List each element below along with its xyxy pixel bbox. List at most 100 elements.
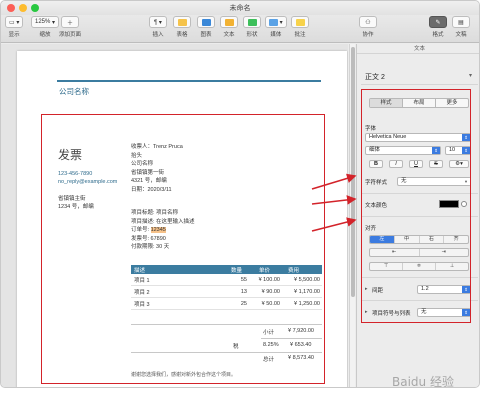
- text-label: 文本: [223, 32, 235, 38]
- items-table[interactable]: 描述 数量 单价 费用 项目 1 55 ¥ 100.00 ¥ 5,500.00 …: [131, 265, 322, 310]
- address-block[interactable]: 省镇镇主街 1234 号，邮编: [58, 195, 94, 211]
- insert-button[interactable]: ¶ ▾ 插入: [149, 16, 167, 38]
- order-number: 订单号: 12345: [131, 227, 166, 234]
- media-label: 媒体: [270, 32, 282, 38]
- text-button[interactable]: 文本: [220, 16, 238, 38]
- cell-description: 项目 2: [134, 289, 150, 296]
- project-block[interactable]: 项目标题: 项目名称 项目描述: 在这里输入描述 订单号: 12345 发票号:…: [131, 209, 195, 252]
- title-bar: 未命名: [1, 1, 479, 15]
- table-divider: [131, 324, 322, 325]
- recipient-line: 日期：2020/3/11: [131, 186, 172, 193]
- shape-icon: [243, 16, 261, 28]
- payment-due: 付款期限: 30 天: [131, 244, 170, 251]
- address-line-2: 1234 号，邮编: [58, 204, 94, 210]
- add-page-label: 添加页面: [59, 32, 82, 38]
- format-label: 格式: [432, 32, 444, 38]
- cell-quantity: 25: [240, 300, 247, 307]
- invoice-title[interactable]: 发票: [58, 146, 82, 163]
- inspector-divider: [361, 84, 478, 85]
- collaborate-icon: ⚇: [359, 16, 377, 28]
- text-icon: [220, 16, 238, 28]
- collaborate-button[interactable]: ⚇ 协作: [359, 16, 377, 38]
- table-icon: [173, 16, 191, 28]
- cell-unit-price: ¥ 100.00: [258, 276, 280, 283]
- cell-quantity: 13: [240, 288, 247, 295]
- annotation-box-inspector: [361, 89, 471, 323]
- zoom-label: 缩放: [39, 32, 51, 38]
- address-line-1: 省镇镇主街: [58, 196, 86, 202]
- tax-label: 税: [233, 344, 239, 350]
- chart-label: 图表: [200, 32, 212, 38]
- subtotal-value: ¥ 7,920.00: [288, 328, 314, 334]
- company-name[interactable]: 公司名称: [59, 86, 89, 97]
- add-page-button[interactable]: ＋ 添加页面: [59, 16, 81, 38]
- paragraph-icon: ¶ ▾: [149, 16, 167, 28]
- recipient-line: 收票人：Trenz Pruca: [131, 144, 183, 150]
- total-value: ¥ 8,573.40: [288, 355, 314, 361]
- table-button[interactable]: 表格: [173, 16, 191, 38]
- arrow-to-text-color: [311, 195, 357, 205]
- pages-window: 未命名 ▭ ▾ 显示 125% ▾ 缩放 ＋ 添加页面 ¶ ▾ 插入 表格 图表: [0, 0, 480, 388]
- project-description: 项目描述: 在这里输入描述: [131, 218, 195, 225]
- zoom-button[interactable]: 125% ▾ 缩放: [31, 16, 60, 38]
- view-label: 显示: [8, 32, 20, 38]
- header-description: 描述: [134, 267, 146, 274]
- chart-icon: [197, 16, 215, 28]
- contact-block[interactable]: 123-456-7890 no_reply@example.com: [58, 170, 117, 186]
- phone-text: 123-456-7890: [58, 171, 93, 177]
- annotation-arrows: [311, 173, 357, 232]
- document-label: 文稿: [455, 32, 467, 38]
- tax-value: ¥ 653.40: [290, 342, 312, 348]
- shape-button[interactable]: 形状: [243, 16, 261, 38]
- header-quantity: 数量: [231, 267, 243, 274]
- table-header: 描述 数量 单价 费用: [131, 265, 322, 274]
- table-divider: [261, 338, 322, 339]
- header-cost: 费用: [288, 267, 300, 274]
- view-button[interactable]: ▭ ▾ 显示: [5, 16, 24, 38]
- inspector-header: 文本: [357, 44, 479, 54]
- view-icon: ▭ ▾: [5, 16, 24, 28]
- watermark-text: Baidu 经验: [392, 375, 454, 389]
- table-label: 表格: [176, 32, 188, 38]
- tax-rate: 8.25%: [263, 342, 279, 348]
- comment-button[interactable]: 批注: [291, 16, 309, 38]
- table-divider: [131, 352, 322, 353]
- invoice-number: 发票号: 67890: [131, 235, 166, 242]
- arrow-to-char-style: [311, 173, 357, 190]
- recipient-line: 省镇镇第一街: [131, 169, 165, 176]
- footer-note[interactable]: 谢谢您选择我们，感谢对新外包合作这个项目。: [131, 371, 236, 378]
- table-row[interactable]: 项目 2 13 ¥ 90.00 ¥ 1,170.00: [131, 286, 322, 298]
- cell-cost: ¥ 5,500.00: [294, 276, 320, 283]
- cell-unit-price: ¥ 50.00: [261, 300, 280, 307]
- collaborate-label: 协作: [362, 32, 374, 38]
- recipient-block[interactable]: 收票人：Trenz Pruca 抬头 公司名称 省镇镇第一街 4321 号，邮编…: [131, 143, 183, 195]
- toolbar: ▭ ▾ 显示 125% ▾ 缩放 ＋ 添加页面 ¶ ▾ 插入 表格 图表 文本: [1, 15, 479, 43]
- document-button[interactable]: ▤ 文稿: [452, 16, 470, 38]
- insert-label: 插入: [152, 32, 164, 38]
- arrow-to-alignment: [311, 217, 357, 232]
- recipient-line: 4321 号，邮编: [131, 178, 167, 185]
- table-row[interactable]: 项目 1 55 ¥ 100.00 ¥ 5,500.00: [131, 274, 322, 286]
- project-name: 项目标题: 项目名称: [131, 210, 179, 216]
- chevron-down-icon[interactable]: ▾: [469, 72, 472, 79]
- comment-icon: [291, 16, 309, 28]
- table-row[interactable]: 项目 3 25 ¥ 50.00 ¥ 1,250.00: [131, 298, 322, 310]
- total-label: 总计: [263, 357, 275, 363]
- header-rule: [57, 80, 321, 82]
- zoom-select: 125% ▾: [31, 16, 60, 28]
- chart-button[interactable]: 图表: [197, 16, 215, 38]
- format-button[interactable]: ✎ 格式: [429, 16, 447, 38]
- email-text: no_reply@example.com: [58, 179, 118, 185]
- document-title: 未命名: [229, 5, 251, 12]
- media-button[interactable]: ▾ 媒体: [265, 16, 287, 38]
- cell-description: 项目 1: [134, 277, 150, 284]
- cell-cost: ¥ 1,250.00: [294, 300, 320, 307]
- media-icon: ▾: [265, 16, 287, 28]
- recipient-line: 公司名称: [131, 161, 154, 168]
- comment-label: 批注: [294, 32, 306, 38]
- cell-quantity: 55: [240, 276, 247, 283]
- cell-description: 项目 3: [134, 301, 150, 308]
- order-number-selected[interactable]: 12345: [150, 227, 166, 234]
- cell-cost: ¥ 1,170.00: [294, 288, 320, 295]
- paragraph-style-selector[interactable]: 正文 2: [365, 72, 385, 82]
